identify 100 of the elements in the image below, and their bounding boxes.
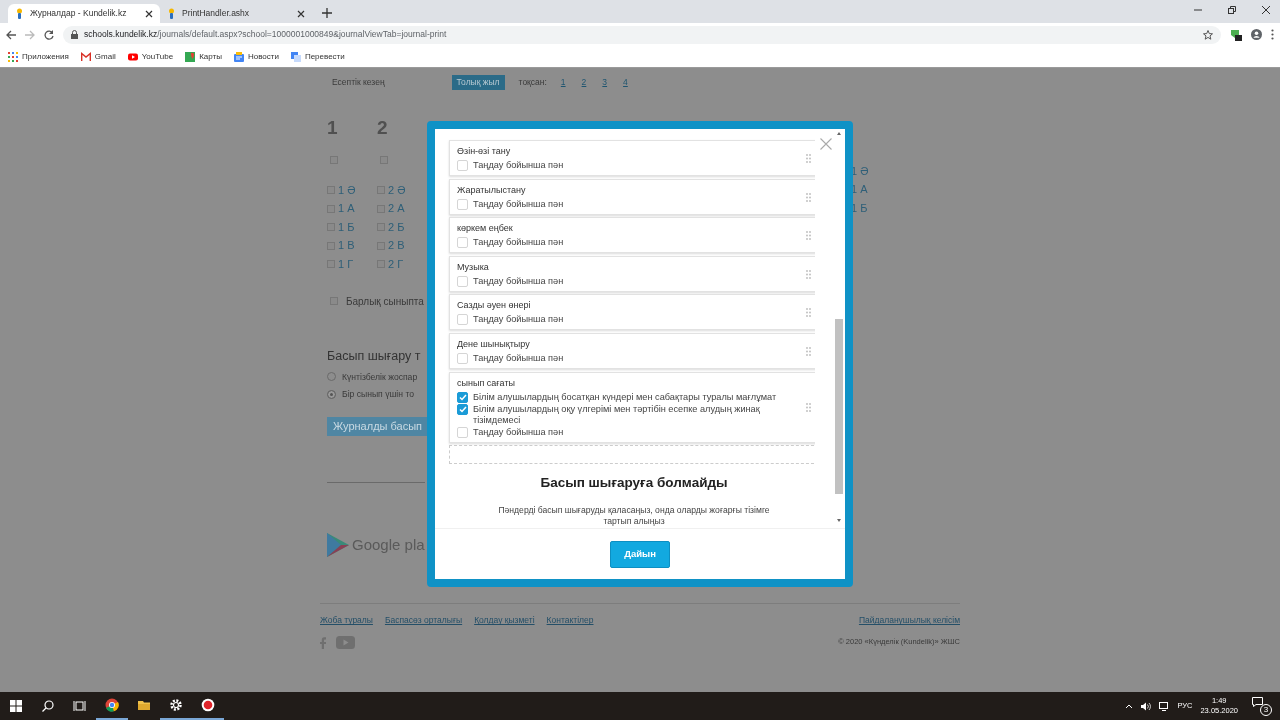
- video-play-icon[interactable]: [336, 636, 355, 650]
- bookmark-link[interactable]: Приложения: [8, 50, 69, 63]
- subject-card[interactable]: Жаратылыстану Таңдау бойынша пән: [449, 178, 816, 215]
- option-label: Таңдау бойынша пән: [473, 275, 564, 287]
- close-icon[interactable]: [1262, 6, 1270, 14]
- menu-icon[interactable]: [1271, 29, 1274, 40]
- footer-link[interactable]: Баспасөз орталығы: [384, 614, 463, 628]
- minimize-icon[interactable]: [1194, 6, 1202, 14]
- option-label: Білім алушылардың оқу үлгерімі мен тәртібін есепке алудың жинақ тізімдемесі: [473, 403, 761, 426]
- radio-button[interactable]: [327, 390, 336, 400]
- restore-icon[interactable]: [1228, 6, 1236, 14]
- radio-label: Бір сынып үшін то: [342, 388, 414, 402]
- bookmark-link[interactable]: Карты: [185, 50, 222, 63]
- bookmark-link[interactable]: YouTube: [127, 50, 174, 63]
- star-icon[interactable]: [1203, 29, 1213, 40]
- chevron-up-icon[interactable]: [1125, 703, 1134, 709]
- drag-handle-icon[interactable]: [806, 346, 811, 356]
- url-text: schools.kundelik.kz/journals/default.aspx?school=1000001000849&journalViewTab=journal-print: [84, 28, 447, 41]
- subject-card[interactable]: Сазды әуен өнері Таңдау бойынша пән: [449, 294, 816, 331]
- bookmark-link[interactable]: Перевести: [290, 50, 345, 63]
- done-button[interactable]: Дайын: [610, 540, 670, 568]
- quarter-link[interactable]: 2: [581, 76, 587, 89]
- drag-handle-icon[interactable]: [806, 403, 811, 413]
- reload-icon[interactable]: [44, 29, 54, 40]
- radio-label: Күнтізбелік жоспар: [342, 370, 418, 384]
- news-icon: [233, 51, 244, 62]
- drag-handle-icon[interactable]: [806, 154, 811, 163]
- class-label[interactable]: 1 Б: [338, 220, 355, 234]
- class-label[interactable]: 1 Г: [338, 257, 354, 271]
- extension-icon[interactable]: [1230, 28, 1242, 41]
- site-icon: [167, 8, 176, 19]
- checkbox-label: Барлық сыныпта: [346, 294, 424, 309]
- back-icon[interactable]: [6, 29, 16, 40]
- grade-heading: 1: [327, 117, 339, 138]
- profile-icon[interactable]: [1251, 29, 1262, 40]
- speaker-icon[interactable]: [1141, 701, 1152, 711]
- subject-title: Жаратылыстану: [457, 183, 527, 196]
- windows-icon[interactable]: [9, 699, 23, 713]
- subject-card[interactable]: сынып сағаты Білім алушылардың босатқан күндері мен сабақтары туралы мағлұмат Білім алушылардың оқу үлгерімі мен тәртібін есепке алудың жинақ тізімдемесі Таңдау бойынша пән: [449, 371, 816, 443]
- option-label: Білім алушылардың босатқан күндері мен сабақтары туралы мағлұмат: [473, 391, 777, 403]
- subject-title: Сазды әуен өнері: [457, 299, 532, 312]
- print-button[interactable]: Журналды басып: [327, 417, 429, 436]
- close-icon[interactable]: [145, 9, 153, 18]
- subject-title: сынып сағаты: [457, 376, 516, 389]
- section-heading: Басып шығаруға болмайды: [539, 474, 729, 493]
- mail-icon: [80, 51, 91, 62]
- option-label: Таңдау бойынша пән: [473, 426, 564, 438]
- close-icon[interactable]: [297, 9, 305, 18]
- option-label: Таңдау бойынша пән: [473, 352, 564, 364]
- subject-card[interactable]: Өзін-өзі тану Таңдау бойынша пән: [449, 140, 816, 176]
- task-view-icon[interactable]: [73, 699, 87, 713]
- drag-handle-icon[interactable]: [806, 231, 811, 241]
- field-label: Есептік кезең: [332, 76, 385, 89]
- browser-tab[interactable]: PrintHandler.ashx: [160, 4, 312, 23]
- option-label: Таңдау бойынша пән: [473, 237, 564, 249]
- new-tab-icon[interactable]: [322, 8, 332, 18]
- subject-title: Музыка: [457, 260, 490, 273]
- class-label[interactable]: 1 В: [338, 239, 355, 253]
- class-label[interactable]: 2 В: [388, 239, 405, 253]
- quarter-link[interactable]: 1: [560, 76, 566, 89]
- option-label: Таңдау бойынша пән: [473, 160, 564, 171]
- field-label: тоқсан:: [518, 76, 547, 89]
- hint-text: Пәндерді басып шығаруды қаласаңыз, онда оларды жоғарғы тізімге тартып алыңыз: [497, 505, 771, 528]
- checkbox[interactable]: [457, 403, 468, 415]
- address-bar[interactable]: schools.kundelik.kz/journals/default.aspx?school=1000001000849&journalViewTab=journal-print: [63, 25, 1221, 44]
- footer-link[interactable]: Контактілер: [546, 614, 594, 628]
- grade-heading: 2: [377, 117, 389, 138]
- agreement-link[interactable]: Пайдаланушылық келісім: [838, 614, 960, 628]
- search-icon[interactable]: [41, 699, 55, 713]
- period-tab[interactable]: Толық жыл: [451, 75, 505, 90]
- chat-icon: [1252, 697, 1263, 707]
- footer-link[interactable]: Жоба туралы: [320, 614, 373, 628]
- bookmark-link[interactable]: Новости: [233, 50, 279, 63]
- apps-grid-icon: [8, 51, 18, 62]
- drag-handle-icon[interactable]: [806, 192, 811, 202]
- subject-card[interactable]: Дене шынықтыру Таңдау бойынша пән: [449, 332, 816, 369]
- browser-tab[interactable]: Журналдар - Kundelik.kz: [8, 4, 160, 23]
- class-label[interactable]: 1 А: [338, 202, 355, 216]
- subject-card[interactable]: көркем еңбек Таңдау бойынша пән: [449, 217, 816, 254]
- lock-icon: [71, 30, 78, 39]
- play-icon: [127, 51, 138, 62]
- class-label[interactable]: 2 Б: [388, 220, 405, 234]
- bookmark-link[interactable]: Gmail: [80, 50, 116, 63]
- class-label[interactable]: 2 А: [388, 202, 405, 216]
- footer-link[interactable]: Қолдау қызметі: [474, 614, 535, 628]
- notification-button[interactable]: 3: [1252, 696, 1272, 716]
- class-label[interactable]: 1 Ә: [338, 183, 356, 197]
- class-label[interactable]: 2 Ә: [388, 183, 406, 197]
- drag-handle-icon[interactable]: [806, 308, 811, 318]
- subject-card[interactable]: Музыка Таңдау бойынша пән: [449, 255, 816, 292]
- section-heading: Басып шығару т: [327, 347, 421, 365]
- forward-icon[interactable]: [25, 29, 35, 40]
- checkbox[interactable]: [457, 391, 468, 403]
- drag-handle-icon[interactable]: [806, 269, 811, 279]
- translate-icon: [290, 51, 301, 62]
- facebook-icon[interactable]: [320, 636, 326, 649]
- option-label: Таңдау бойынша пән: [473, 314, 564, 326]
- quarter-link[interactable]: 4: [623, 76, 628, 89]
- class-label[interactable]: 2 Г: [388, 257, 404, 271]
- quarter-link[interactable]: 3: [602, 76, 608, 89]
